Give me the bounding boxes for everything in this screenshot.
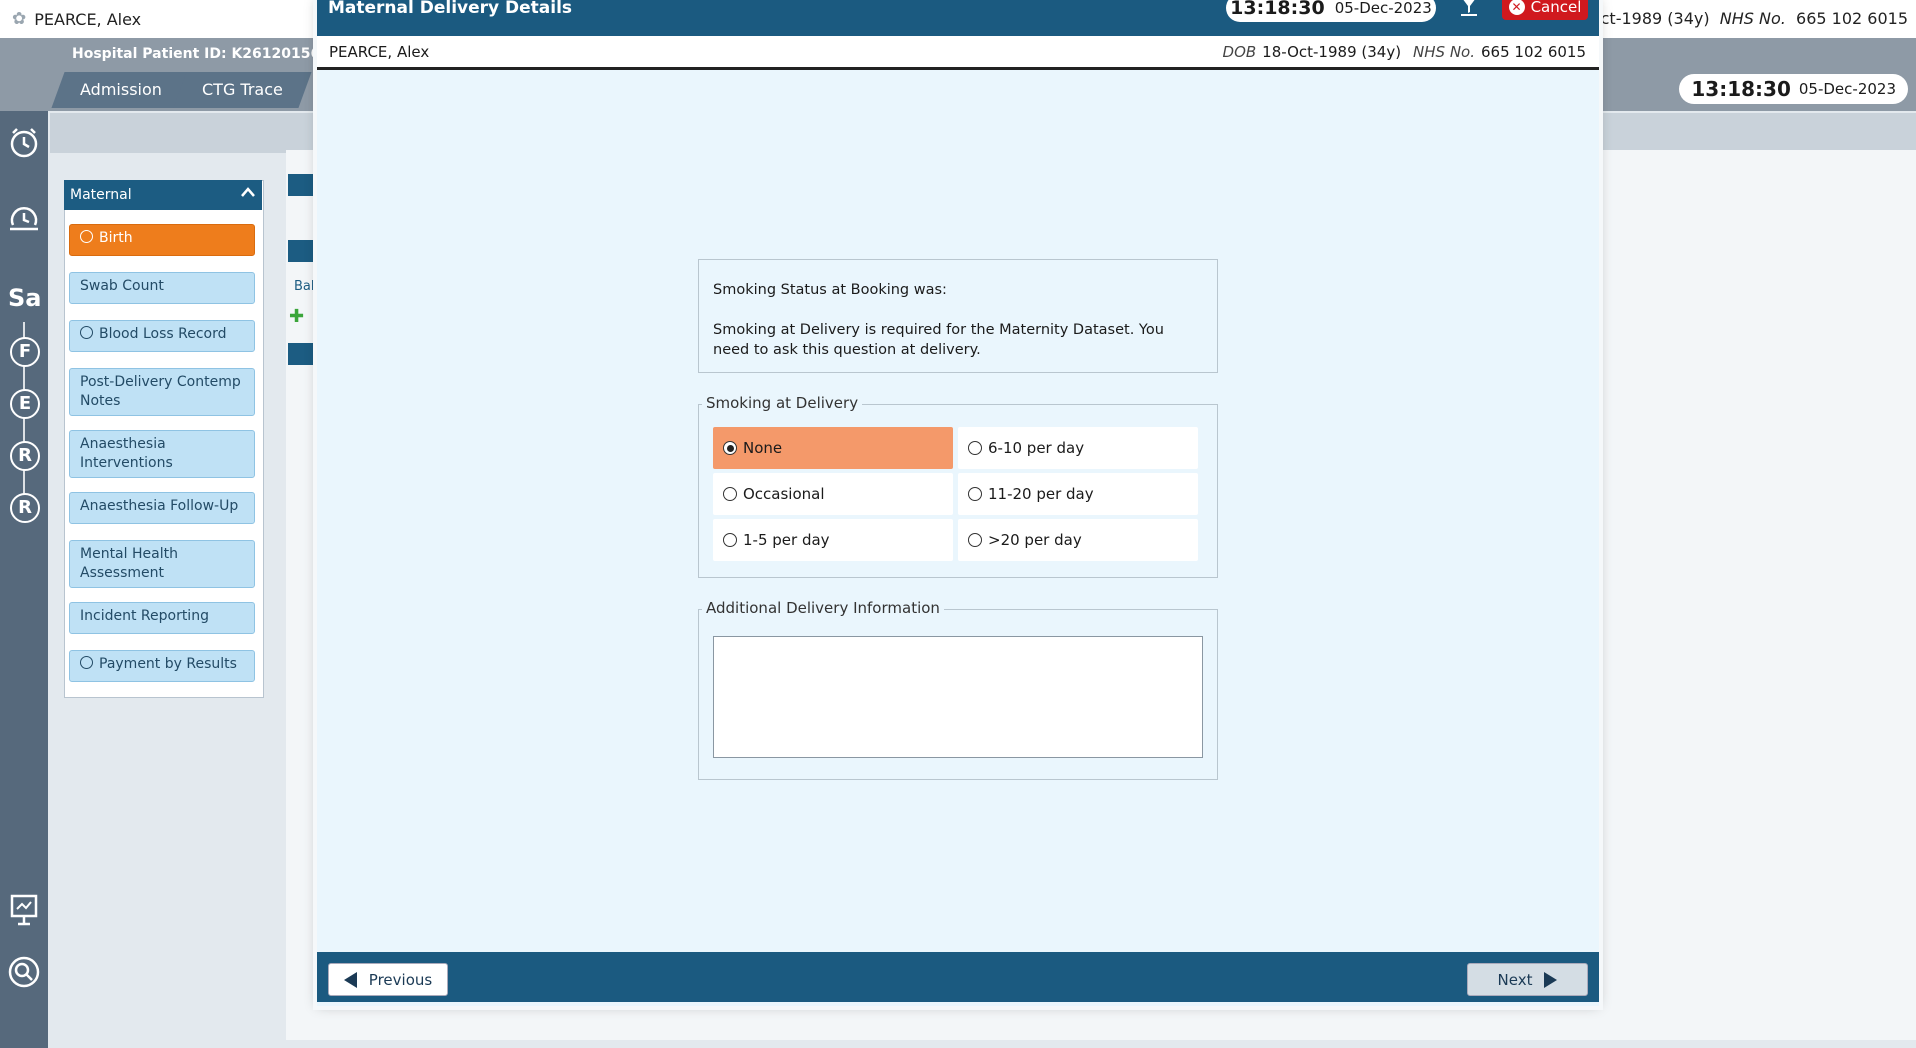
- side-item-mental-health-assessment[interactable]: Mental Health Assessment: [69, 540, 255, 588]
- smoking-option-1-5[interactable]: 1-5 per day: [713, 519, 953, 561]
- rail-letter-f[interactable]: F: [10, 337, 40, 367]
- add-icon[interactable]: ✚: [289, 306, 304, 327]
- smoking-info-box: Smoking Status at Booking was: Smoking a…: [698, 259, 1218, 373]
- previous-button[interactable]: Previous: [328, 963, 448, 996]
- bg-section-header: [288, 240, 318, 262]
- side-panel-header[interactable]: Maternal: [64, 180, 262, 210]
- dialog-title: Maternal Delivery Details: [328, 0, 573, 18]
- smoking-option-occasional[interactable]: Occasional: [713, 473, 953, 515]
- side-item-birth[interactable]: Birth: [69, 224, 255, 256]
- dialog-footer: [317, 952, 1599, 1002]
- radio-icon: [968, 441, 982, 455]
- radio-icon: [968, 533, 982, 547]
- arrow-left-icon: [343, 971, 357, 988]
- smoking-booking-status: Smoking Status at Booking was:: [713, 282, 947, 298]
- radio-icon: [723, 487, 737, 501]
- side-item-post-delivery-notes[interactable]: Post-Delivery Contemp Notes: [69, 368, 255, 416]
- history-icon[interactable]: [4, 198, 44, 238]
- bg-section-header: [288, 343, 318, 365]
- filter-icon[interactable]: [1460, 0, 1478, 21]
- search-icon[interactable]: [4, 952, 44, 992]
- next-button[interactable]: Next: [1467, 963, 1588, 996]
- clock-icon[interactable]: [4, 122, 44, 162]
- app-patient-info: 18-Oct-1989 (34y) NHS No. 665 102 6015: [1561, 9, 1908, 28]
- radio-icon: [80, 230, 93, 243]
- dialog-patient-info: DOB 18-Oct-1989 (34y) NHS No. 665 102 6015: [1222, 43, 1586, 61]
- side-item-payment-by-results[interactable]: Payment by Results: [69, 650, 255, 682]
- radio-icon: [80, 656, 93, 669]
- tab-ctg-trace[interactable]: CTG Trace: [173, 72, 312, 108]
- dialog-patient-name: PEARCE, Alex: [329, 43, 430, 61]
- rail-letter-sa[interactable]: Sa: [8, 284, 41, 312]
- close-icon: ✕: [1508, 0, 1525, 15]
- tab-admission[interactable]: Admission: [51, 72, 191, 108]
- side-item-swab-count[interactable]: Swab Count: [69, 272, 255, 304]
- radio-icon: [80, 326, 93, 339]
- side-item-anaesthesia-follow-up[interactable]: Anaesthesia Follow-Up: [69, 492, 255, 524]
- arrow-right-icon: [1544, 971, 1558, 988]
- chevron-up-icon[interactable]: [240, 185, 256, 203]
- rail-letter-r[interactable]: R: [10, 441, 40, 471]
- additional-info-legend: Additional Delivery Information: [702, 599, 944, 617]
- smoking-option-over-20[interactable]: >20 per day: [958, 519, 1198, 561]
- smoking-at-delivery-legend: Smoking at Delivery: [702, 394, 863, 412]
- bg-section-header: [288, 174, 318, 196]
- radio-icon: [723, 533, 737, 547]
- app-clock: 13:18:30 05-Dec-2023: [1679, 74, 1908, 104]
- smoking-option-6-10[interactable]: 6-10 per day: [958, 427, 1198, 469]
- rail-letter-e[interactable]: E: [10, 389, 40, 419]
- cancel-button[interactable]: ✕ Cancel: [1502, 0, 1588, 20]
- side-item-anaesthesia-interventions[interactable]: Anaesthesia Interventions: [69, 430, 255, 478]
- dialog-clock: 13:18:30 05-Dec-2023: [1226, 0, 1436, 22]
- rail-letter-r-2[interactable]: R: [10, 493, 40, 523]
- side-item-incident-reporting[interactable]: Incident Reporting: [69, 602, 255, 634]
- radio-selected-icon: [723, 441, 737, 455]
- additional-info-textarea[interactable]: [713, 636, 1203, 758]
- app-patient-name: ✿ PEARCE, Alex: [12, 9, 142, 29]
- smoking-dataset-notice: Smoking at Delivery is required for the …: [713, 322, 1164, 358]
- bg-fragment-text: Bab: [294, 279, 320, 294]
- flower-icon: ✿: [12, 9, 27, 29]
- smoking-option-11-20[interactable]: 11-20 per day: [958, 473, 1198, 515]
- side-item-blood-loss-record[interactable]: Blood Loss Record: [69, 320, 255, 352]
- smoking-option-none[interactable]: None: [713, 427, 953, 469]
- presentation-icon[interactable]: [4, 890, 44, 930]
- radio-icon: [968, 487, 982, 501]
